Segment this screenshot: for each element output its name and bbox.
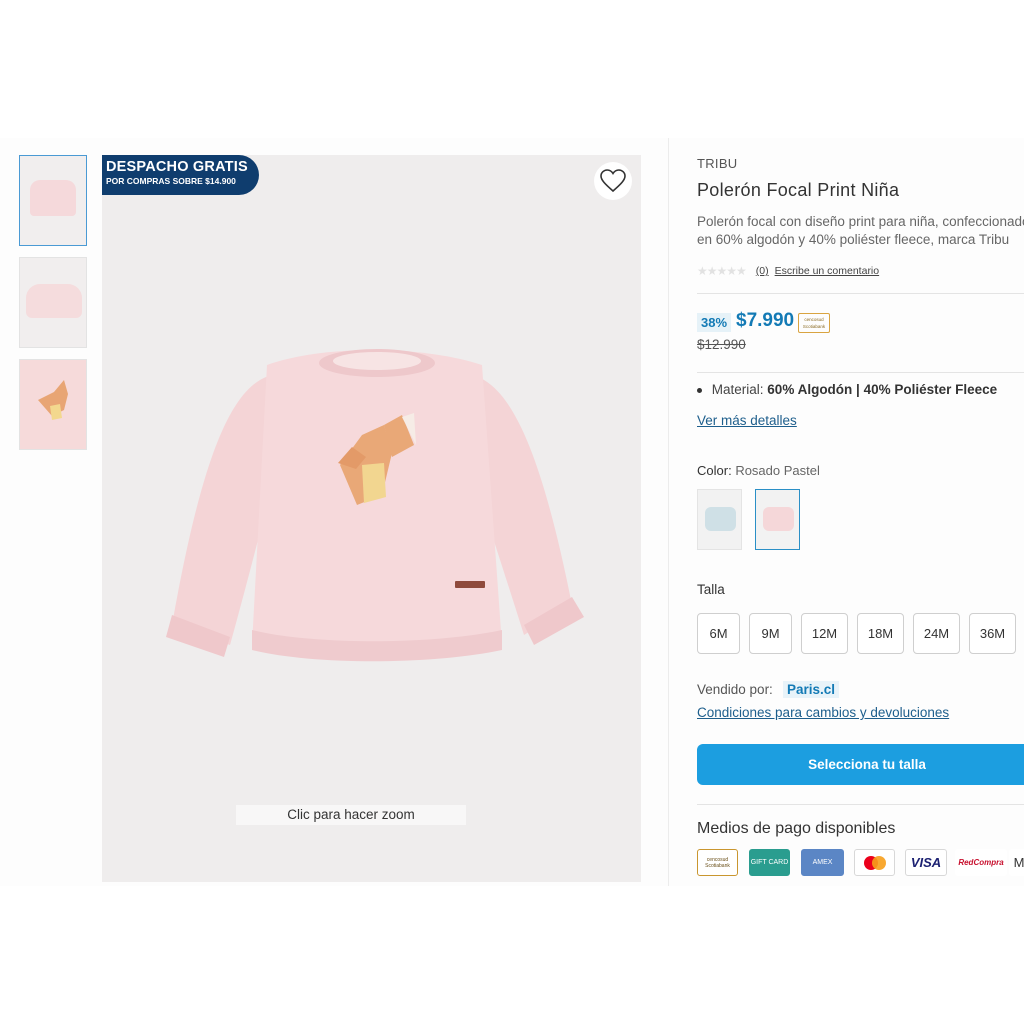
payment-label: cencosud Scotiabank [705, 856, 730, 869]
product-price: $7.990 [736, 310, 795, 331]
divider [697, 293, 1024, 294]
original-price: $12.990 [697, 337, 746, 352]
swatch-image [705, 507, 736, 531]
badge-title: DESPACHO GRATIS [106, 159, 248, 175]
select-size-button[interactable]: Selecciona tu talla [697, 744, 1024, 785]
payment-methods-title: Medios de pago disponibles [697, 820, 896, 837]
product-title: Polerón Focal Print Niña [697, 180, 900, 200]
card-badge-line1: cencosud [804, 317, 824, 322]
payment-label: RedCompra [958, 858, 1004, 867]
badge-subtitle: POR COMPRAS SOBRE $14.900 [106, 176, 236, 186]
seller-name: Paris.cl [783, 681, 840, 698]
size-option-6m[interactable]: 6M [697, 613, 740, 654]
thumbnail-list [19, 155, 88, 461]
material-label: Material: [711, 382, 764, 397]
zoom-hint: Clic para hacer zoom [236, 805, 466, 825]
rating-stars-icon: ★★★★★ [697, 264, 747, 278]
material-value: 60% Algodón | 40% Poliéster Fleece [767, 382, 998, 397]
rating-row: ★★★★★ (0) Escribe un comentario [697, 264, 885, 278]
fox-detail-image [38, 380, 68, 420]
more-payments-icon: M [1009, 849, 1024, 876]
mastercard-logo [863, 855, 886, 870]
thumbnail-2[interactable] [19, 257, 87, 348]
more-details-link[interactable]: Ver más detalles [697, 413, 797, 428]
thumbnail-sweater-front [30, 180, 76, 216]
product-brand[interactable]: TRIBU [697, 156, 738, 171]
thumbnail-3[interactable] [19, 359, 87, 450]
size-option-18m[interactable]: 18M [857, 613, 904, 654]
cencosud-card-icon: cencosud Scotiabank [697, 849, 738, 876]
product-description: Polerón focal con diseño print para niña… [697, 214, 1024, 247]
main-product-image[interactable]: DESPACHO GRATIS POR COMPRAS SOBRE $14.90… [102, 155, 641, 882]
redcompra-icon: RedCompra [955, 849, 1007, 876]
bullet-icon [697, 387, 702, 393]
cencosud-card-badge: cencosud Scotiabank [798, 313, 830, 333]
seller-label: Vendido por: [697, 682, 773, 697]
material-row: Material: 60% Algodón | 40% Poliéster Fl… [697, 382, 997, 397]
payment-label: M [1013, 855, 1024, 870]
color-label: Color: [697, 463, 732, 478]
size-option-24m[interactable]: 24M [913, 613, 960, 654]
size-option-9m[interactable]: 9M [749, 613, 792, 654]
heart-icon [600, 169, 626, 193]
thumbnail-1[interactable] [19, 155, 87, 246]
return-conditions-link[interactable]: Condiciones para cambios y devoluciones [697, 705, 949, 720]
card-badge-line2: Scotiabank [802, 324, 826, 329]
amex-icon: AMEX [801, 849, 844, 876]
payment-label: AMEX [812, 859, 833, 866]
color-swatch-pink[interactable] [755, 489, 800, 550]
favorite-button[interactable] [594, 162, 632, 200]
discount-badge: 38% [697, 313, 732, 332]
color-label-row: Color: Rosado Pastel [697, 463, 820, 478]
thumbnail-sweater-back [26, 284, 82, 318]
size-option-36m[interactable]: 36M [969, 613, 1016, 654]
color-swatch-blue[interactable] [697, 489, 742, 550]
vertical-divider [668, 138, 669, 886]
mastercard-icon [854, 849, 895, 876]
rating-count-link[interactable]: (0) [756, 265, 769, 277]
payment-label: VISA [910, 855, 942, 870]
free-shipping-badge: DESPACHO GRATIS POR COMPRAS SOBRE $14.90… [102, 155, 259, 195]
divider [697, 372, 1024, 373]
write-review-link[interactable]: Escribe un comentario [775, 265, 879, 277]
size-option-12m[interactable]: 12M [801, 613, 848, 654]
sweater-image [166, 349, 584, 662]
divider [697, 804, 1024, 805]
product-page: DESPACHO GRATIS POR COMPRAS SOBRE $14.90… [0, 138, 1024, 886]
gift-card-icon: GIFT CARD [749, 849, 790, 876]
swatch-image [763, 507, 794, 531]
color-value: Rosado Pastel [735, 463, 820, 478]
visa-icon: VISA [905, 849, 947, 876]
payment-label: GIFT CARD [750, 859, 789, 866]
size-label: Talla [697, 582, 725, 597]
